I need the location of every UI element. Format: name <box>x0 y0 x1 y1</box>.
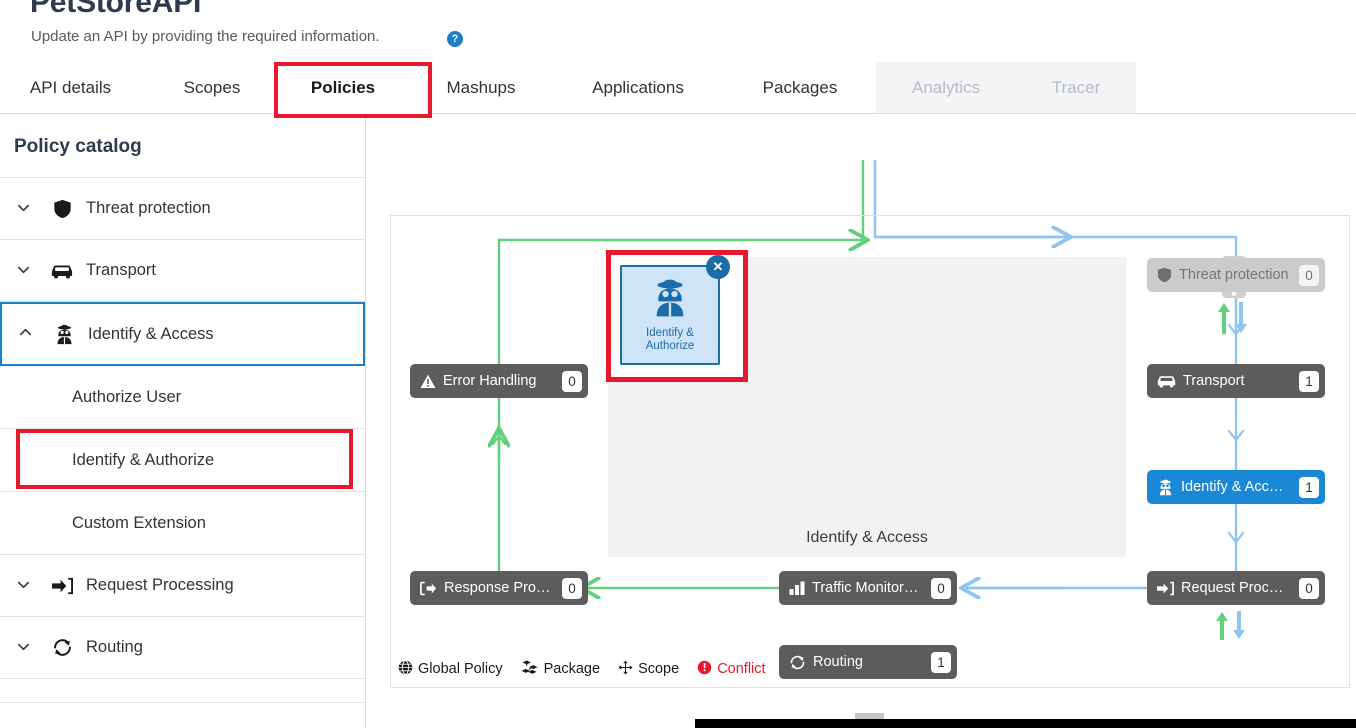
help-circle-icon[interactable]: ? <box>447 31 463 47</box>
chip-label: Transport <box>1183 373 1245 389</box>
arrow-into-bracket-icon <box>1157 581 1174 596</box>
sidebar-item-label: Identify & Access <box>88 324 214 343</box>
tab-api-details[interactable]: API details <box>8 62 133 114</box>
sidebar-item-transport[interactable]: Transport <box>0 240 365 302</box>
chip-traffic-monitoring[interactable]: Traffic Monitoring 0 <box>779 571 957 605</box>
chip-label: Request Processi... <box>1181 580 1289 596</box>
chevron-down-icon <box>0 577 46 595</box>
sidebar-item-threat-protection[interactable]: Threat protection <box>0 178 365 240</box>
legend-label: Package <box>543 661 601 677</box>
car-icon <box>46 263 78 279</box>
shield-icon <box>46 199 78 219</box>
routing-flow-arrows <box>1216 611 1245 640</box>
sidebar-item-identify-access[interactable]: Identify & Access <box>0 302 365 366</box>
sidebar-item-label: Threat protection <box>86 199 211 217</box>
chevron-up-icon <box>2 325 48 343</box>
chip-label: Routing <box>813 654 863 670</box>
spy-icon <box>650 278 690 323</box>
chip-request-processing[interactable]: Request Processi... 0 <box>1147 571 1325 605</box>
chevron-down-icon <box>0 262 46 280</box>
policies-page: PetStoreAPI Update an API by providing t… <box>0 0 1356 728</box>
chip-count: 0 <box>562 370 582 392</box>
tab-applications[interactable]: Applications <box>562 62 714 114</box>
car-icon <box>1157 374 1176 388</box>
sidebar-item-routing[interactable]: Routing <box>0 617 365 679</box>
chip-count: 0 <box>1299 577 1319 599</box>
arrow-out-bracket-icon <box>420 581 437 596</box>
chip-label: Identify & Access <box>1181 479 1289 495</box>
boxes-icon <box>521 659 539 679</box>
shield-icon <box>1157 267 1172 283</box>
spy-icon <box>1157 479 1174 496</box>
page-title: PetStoreAPI <box>30 0 202 19</box>
sidebar-subitem-identify-authorize[interactable]: Identify & Authorize <box>0 429 365 492</box>
chip-count: 0 <box>1299 264 1319 286</box>
policy-flow-canvas: Identify & Access Identify & Authorize ✕… <box>366 115 1356 728</box>
chip-count: 1 <box>931 651 951 673</box>
chip-count: 1 <box>1299 476 1319 498</box>
legend: Global Policy Package Scope Conflict <box>390 650 776 688</box>
legend-label: Conflict <box>717 661 766 677</box>
sidebar-item-label: Routing <box>86 638 143 656</box>
tab-packages[interactable]: Packages <box>734 62 866 114</box>
tab-highlight-mask <box>278 110 428 118</box>
error-circle-icon <box>697 660 712 679</box>
chip-label: Response Proces... <box>444 580 552 596</box>
chip-threat-protection[interactable]: Threat protection 0 <box>1147 258 1325 292</box>
close-icon[interactable]: ✕ <box>706 255 730 279</box>
policy-tile-label-line2: Authorize <box>645 339 695 352</box>
sidebar-item-partial[interactable]: Traffic Monitoring <box>0 679 365 703</box>
policy-catalog-sidebar: Policy catalog Threat protection Transpo… <box>0 115 366 728</box>
chip-error-handling[interactable]: Error Handling 0 <box>410 364 588 398</box>
bar-chart-icon <box>789 581 805 595</box>
refresh-icon <box>789 654 806 671</box>
chip-count: 0 <box>931 577 951 599</box>
dropzone-label: Identify & Access <box>806 529 928 546</box>
legend-item-scope: Scope <box>618 660 679 679</box>
page-header: PetStoreAPI Update an API by providing t… <box>0 0 1356 62</box>
policy-catalog-title: Policy catalog <box>0 115 365 178</box>
chip-transport[interactable]: Transport 1 <box>1147 364 1325 398</box>
policy-tile-identify-authorize[interactable]: Identify & Authorize ✕ <box>620 255 730 365</box>
legend-item-package: Package <box>521 659 601 679</box>
chip-identify-access[interactable]: Identify & Access 1 <box>1147 470 1325 504</box>
chip-label: Error Handling <box>443 373 537 389</box>
legend-label: Global Policy <box>418 661 503 677</box>
tab-bar: API details Scopes Policies Mashups Appl… <box>0 62 1356 114</box>
chip-label: Threat protection <box>1179 267 1289 283</box>
chevron-down-icon <box>0 200 46 218</box>
legend-item-global-policy: Global Policy <box>398 659 503 679</box>
tab-mashups[interactable]: Mashups <box>424 62 538 114</box>
spy-icon <box>48 324 80 345</box>
legend-item-conflict: Conflict <box>697 660 766 679</box>
policy-tile-label: Identify & Authorize <box>646 327 695 353</box>
move-icon <box>618 660 633 679</box>
chevron-down-icon <box>0 639 46 657</box>
chip-response-processing[interactable]: Response Proces... 0 <box>410 571 588 605</box>
sidebar-item-request-processing[interactable]: Request Processing <box>0 555 365 617</box>
tab-scopes[interactable]: Scopes <box>160 62 264 114</box>
chip-count: 1 <box>1299 370 1319 392</box>
bottom-black-bar <box>695 719 1356 728</box>
sidebar-item-label: Transport <box>86 261 156 279</box>
refresh-icon <box>46 637 78 658</box>
sidebar-subitem-custom-extension[interactable]: Custom Extension <box>0 492 365 555</box>
sidebar-item-label: Request Processing <box>86 576 234 594</box>
page-subtitle: Update an API by providing the required … <box>31 28 380 45</box>
tab-tracer: Tracer <box>1016 62 1136 114</box>
arrow-into-bracket-icon <box>46 577 78 595</box>
tab-policies[interactable]: Policies <box>284 62 402 114</box>
tab-analytics: Analytics <box>876 62 1016 114</box>
chip-label: Traffic Monitoring <box>812 580 921 596</box>
sidebar-subitem-authorize-user[interactable]: Authorize User <box>0 366 365 429</box>
policy-tile-label-line1: Identify & <box>646 326 694 339</box>
globe-icon <box>398 659 413 679</box>
warning-triangle-icon <box>420 374 436 389</box>
chip-count: 0 <box>562 577 582 599</box>
legend-label: Scope <box>638 661 680 677</box>
chip-routing[interactable]: Routing 1 <box>779 645 957 679</box>
